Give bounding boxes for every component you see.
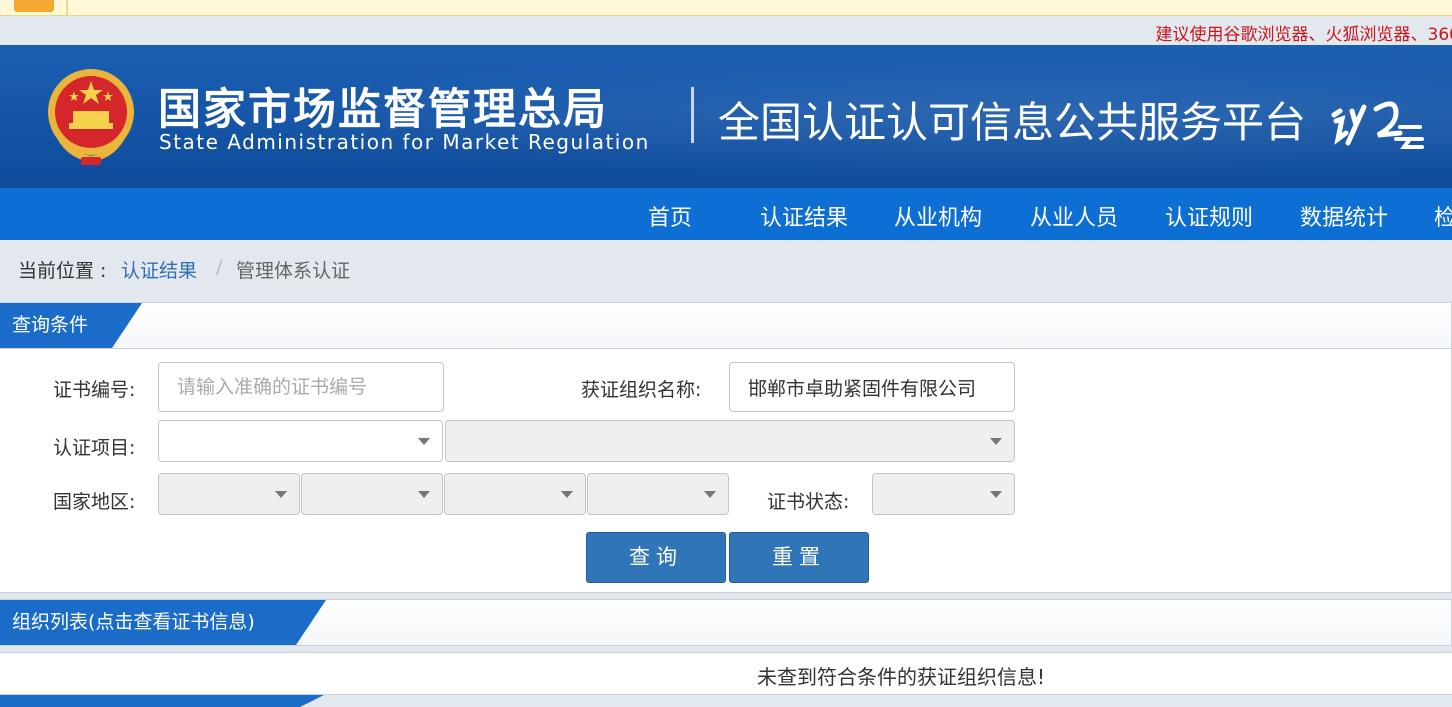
cert-no-input[interactable] [158, 362, 444, 412]
chevron-down-icon [990, 438, 1002, 445]
region-label: 国家地区: [53, 491, 136, 513]
org-list-panel-title: 组织列表(点击查看证书信息) [0, 600, 326, 645]
nav-home[interactable]: 首页 [648, 200, 692, 232]
chevron-down-icon [704, 491, 716, 498]
breadcrumb-current: 管理体系认证 [236, 260, 351, 282]
cert-status-select[interactable] [872, 473, 1015, 515]
breadcrumb-link-cert-results[interactable]: 认证结果 [121, 256, 197, 283]
query-panel-header: 查询条件 [0, 303, 1451, 349]
org-name-label: 获证组织名称: [581, 379, 702, 401]
browser-warning-bar [0, 0, 1452, 16]
query-panel-title: 查询条件 [0, 303, 142, 348]
browser-recommendation-text: 建议使用谷歌浏览器、火狐浏览器、360 [1155, 25, 1452, 45]
chevron-down-icon [418, 491, 430, 498]
city-select[interactable] [444, 473, 586, 515]
country-select[interactable] [158, 473, 300, 515]
chevron-down-icon [990, 491, 1002, 498]
cert-subproject-select[interactable] [445, 420, 1015, 462]
chevron-down-icon [418, 438, 430, 445]
browser-recommendation-strip: 建议使用谷歌浏览器、火狐浏览器、360 [0, 16, 1452, 45]
cert-project-select[interactable] [158, 420, 443, 462]
header-divider [691, 87, 694, 143]
org-list-panel-header: 组织列表(点击查看证书信息) [0, 600, 1451, 646]
next-panel-tab [0, 695, 324, 707]
nav-institutions[interactable]: 从业机构 [894, 200, 982, 232]
nav-cert-rules[interactable]: 认证规则 [1165, 200, 1253, 232]
site-header-banner: 国家市场监督管理总局 State Administration for Mark… [0, 45, 1452, 188]
national-emblem-icon [48, 69, 134, 165]
nav-inspection[interactable]: 检 [1434, 200, 1452, 232]
province-select[interactable] [301, 473, 443, 515]
agency-name-cn: 国家市场监督管理总局 [158, 85, 608, 135]
reset-button[interactable]: 重置 [729, 532, 869, 583]
chevron-down-icon [275, 491, 287, 498]
search-button[interactable]: 查询 [586, 532, 726, 583]
warning-divider [66, 0, 68, 16]
breadcrumb-prefix: 当前位置 : [18, 260, 107, 282]
empty-result-message: 未查到符合条件的获证组织信息! [757, 665, 1046, 689]
agency-name-en: State Administration for Market Regulati… [159, 130, 650, 154]
nav-practitioners[interactable]: 从业人员 [1030, 200, 1118, 232]
platform-title: 全国认证认可信息公共服务平台 [718, 98, 1307, 147]
breadcrumb-separator: / [216, 256, 223, 278]
org-name-input[interactable] [729, 362, 1015, 412]
org-list-panel: 组织列表(点击查看证书信息) [0, 599, 1452, 646]
org-list-result: 未查到符合条件的获证组织信息! [0, 652, 1452, 695]
district-select[interactable] [587, 473, 729, 515]
nav-statistics[interactable]: 数据统计 [1300, 200, 1388, 232]
cert-project-label: 认证项目: [53, 437, 136, 459]
breadcrumb: 当前位置 : 认证结果 / 管理体系认证 [0, 240, 1452, 302]
cert-status-label: 证书状态: [767, 491, 850, 513]
renyun-logo-icon: 认云 [1331, 101, 1424, 149]
nav-cert-results[interactable]: 认证结果 [760, 200, 848, 232]
cert-no-label: 证书编号: [53, 379, 136, 401]
warning-icon [14, 0, 54, 12]
chevron-down-icon [561, 491, 573, 498]
main-nav: 首页 认证结果 从业机构 从业人员 认证规则 数据统计 检 [0, 188, 1452, 240]
